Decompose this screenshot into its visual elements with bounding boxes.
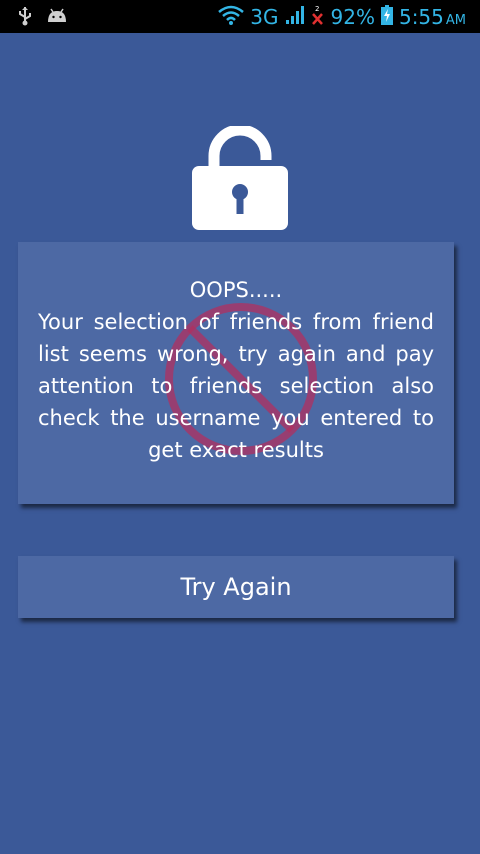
signal-icon [285,5,305,29]
unlocked-padlock-icon [190,124,290,230]
no-sim-icon: 2 [311,4,325,30]
svg-text:2: 2 [315,5,319,13]
status-bar-notifications [18,6,68,30]
clock: 5:55 AM [399,5,466,29]
status-bar-system: 3G 2 92% 5:55 AM [218,0,466,33]
battery-charging-icon [380,4,393,29]
status-bar: 3G 2 92% 5:55 AM [0,0,480,33]
wifi-icon [218,5,245,29]
error-message-text: OOPS..... Your selection of friends from… [38,274,434,466]
error-title: OOPS..... [189,278,283,302]
android-icon [46,8,68,28]
error-message-card: OOPS..... Your selection of friends from… [18,242,454,504]
try-again-button[interactable]: Try Again [18,556,454,618]
usb-icon [18,6,32,30]
clock-time: 5:55 [398,4,444,29]
error-body: Your selection of friends from friend li… [38,310,434,462]
clock-ampm: AM [445,12,466,28]
network-type: 3G [250,4,279,29]
battery-percent: 92% [330,4,375,29]
